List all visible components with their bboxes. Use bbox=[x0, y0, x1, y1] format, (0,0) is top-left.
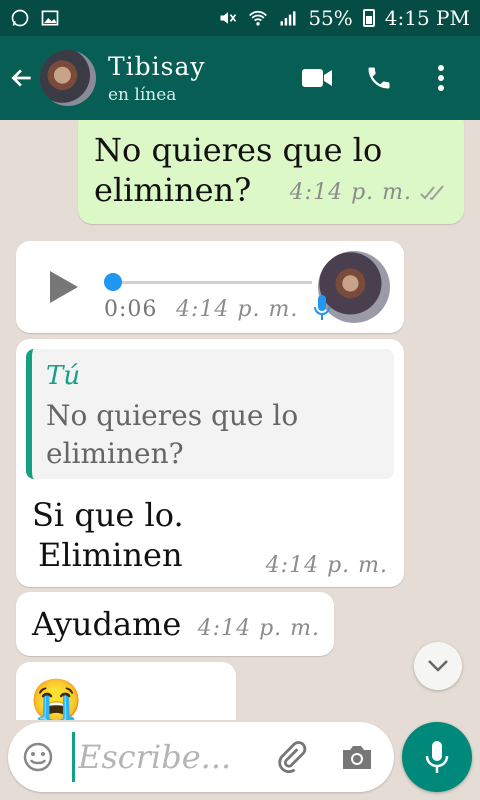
message-outgoing[interactable]: No quieres que lo eliminen? 4:14 p. m. bbox=[78, 120, 464, 224]
attach-icon[interactable] bbox=[274, 740, 308, 774]
play-button[interactable] bbox=[50, 271, 78, 303]
message-text-line1: Si que lo. bbox=[32, 496, 184, 534]
chevron-down-icon bbox=[428, 660, 448, 672]
signal-icon bbox=[280, 11, 296, 26]
message-input[interactable] bbox=[78, 728, 268, 786]
more-vert-icon bbox=[438, 65, 444, 91]
message-time: 4:14 p. m. bbox=[176, 297, 299, 322]
status-bar: 55% 4:15 PM bbox=[0, 0, 480, 36]
contact-avatar[interactable] bbox=[40, 50, 96, 106]
battery-percent: 55% bbox=[308, 6, 353, 30]
quoted-text-line2: eliminen? bbox=[46, 437, 184, 470]
message-incoming-reply[interactable]: Tú No quieres que lo eliminen? Si que lo… bbox=[16, 339, 404, 587]
message-composer bbox=[8, 722, 394, 792]
chat-header: Tibisay en línea bbox=[0, 36, 480, 120]
phone-icon bbox=[368, 67, 390, 89]
audio-progress-track[interactable] bbox=[114, 281, 312, 284]
emoji-icon[interactable] bbox=[22, 741, 54, 773]
quoted-author: Tú bbox=[46, 361, 81, 391]
video-call-button[interactable] bbox=[300, 61, 334, 95]
message-incoming[interactable]: Ayudame 4:14 p. m. bbox=[16, 592, 334, 656]
clock: 4:15 PM bbox=[384, 6, 470, 30]
more-options-button[interactable] bbox=[424, 61, 458, 95]
message-time: 4:14 p. m. bbox=[289, 180, 412, 205]
message-text: Ayudame bbox=[32, 605, 182, 643]
battery-icon bbox=[362, 9, 375, 27]
whatsapp-icon bbox=[11, 9, 29, 27]
back-arrow-icon bbox=[11, 69, 31, 87]
message-text-line2: Eliminen bbox=[38, 536, 183, 574]
voice-call-button[interactable] bbox=[362, 61, 396, 95]
voice-duration: 0:06 bbox=[104, 297, 158, 322]
contact-name: Tibisay bbox=[108, 51, 206, 81]
message-text-line1: No quieres que lo bbox=[94, 131, 383, 169]
microphone-icon bbox=[425, 741, 449, 773]
message-incoming-emoji[interactable]: 😭 bbox=[16, 662, 236, 720]
quoted-text-line1: No quieres que lo bbox=[46, 399, 299, 432]
video-call-icon bbox=[302, 69, 332, 87]
text-cursor bbox=[72, 732, 75, 782]
image-icon bbox=[41, 10, 59, 26]
message-list[interactable]: No quieres que lo eliminen? 4:14 p. m. 0… bbox=[0, 120, 480, 720]
voice-record-button[interactable] bbox=[402, 722, 472, 792]
microphone-icon bbox=[314, 295, 330, 320]
wifi-icon bbox=[249, 10, 268, 26]
camera-icon[interactable] bbox=[340, 742, 374, 772]
mute-icon bbox=[220, 12, 237, 24]
message-time: 4:14 p. m. bbox=[265, 553, 388, 578]
voice-message[interactable]: 0:06 4:14 p. m. bbox=[16, 241, 404, 333]
read-ticks-icon bbox=[420, 184, 444, 200]
contact-status: en línea bbox=[108, 84, 177, 105]
scroll-to-bottom-button[interactable] bbox=[414, 642, 462, 690]
quoted-message[interactable]: Tú No quieres que lo eliminen? bbox=[26, 349, 394, 479]
message-time: 4:14 p. m. bbox=[197, 616, 320, 641]
back-button[interactable] bbox=[0, 36, 44, 120]
message-text-line2: eliminen? bbox=[94, 171, 252, 209]
audio-progress-handle[interactable] bbox=[104, 273, 122, 291]
contact-info[interactable]: Tibisay en línea bbox=[108, 52, 300, 105]
message-emoji: 😭 bbox=[30, 676, 83, 720]
